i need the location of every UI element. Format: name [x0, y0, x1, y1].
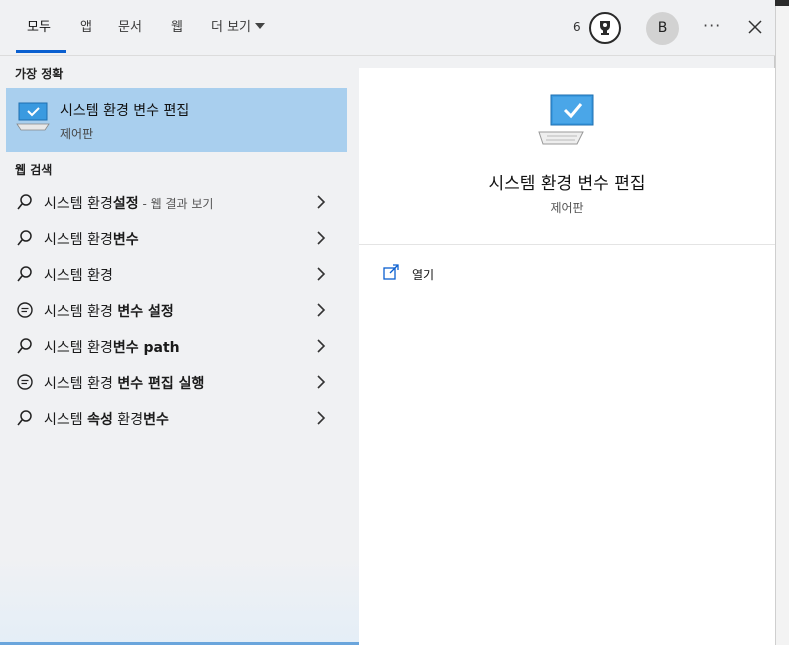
- result-row[interactable]: 시스템 환경변수: [0, 220, 347, 256]
- chevron-right-icon: [317, 267, 326, 281]
- best-match-subtitle: 제어판: [60, 127, 94, 141]
- result-text: 시스템 환경: [44, 268, 113, 284]
- chevron-right-icon: [317, 411, 326, 425]
- result-text: 시스템 환경변수: [44, 232, 139, 248]
- chevron-right-icon: [317, 303, 326, 317]
- more-options-icon[interactable]: ···: [703, 16, 721, 35]
- result-text: 시스템 환경 변수 편집 실행: [44, 376, 205, 392]
- tab-apps[interactable]: 앱: [80, 18, 92, 38]
- chat-icon: [17, 302, 33, 318]
- rewards-button[interactable]: [589, 12, 621, 44]
- chevron-right-icon: [317, 339, 326, 353]
- chevron-right-icon: [317, 375, 326, 389]
- result-row[interactable]: 시스템 환경설정 - 웹 결과 보기: [0, 184, 347, 220]
- chevron-right-icon: [317, 195, 326, 209]
- best-match-heading: 가장 정확: [15, 67, 64, 81]
- chat-icon: [17, 374, 33, 390]
- account-avatar[interactable]: B: [646, 12, 679, 45]
- top-nav: 모두 앱 문서 웹 더 보기 6 B ···: [0, 0, 775, 56]
- computer-icon: [538, 94, 594, 145]
- results-list: 가장 정확 시스템 환경 변수 편집 제어판 웹 검색 시스템 환경설정 - 웹…: [0, 57, 359, 645]
- tab-more-label: 더 보기: [211, 20, 252, 35]
- tab-web[interactable]: 웹: [171, 18, 183, 38]
- open-external-icon: [383, 264, 399, 280]
- detail-pane: 시스템 환경 변수 편집 제어판 열기: [359, 68, 775, 645]
- chevron-right-icon: [317, 231, 326, 245]
- result-text: 시스템 환경설정 - 웹 결과 보기: [44, 196, 214, 212]
- tab-all[interactable]: 모두: [27, 18, 51, 38]
- detail-title: 시스템 환경 변수 편집: [488, 174, 646, 194]
- search-icon: [17, 338, 32, 354]
- open-action[interactable]: 열기: [412, 266, 434, 283]
- search-panel: 모두 앱 문서 웹 더 보기 6 B ··· 가장 정확 시스템 환경 변수 편…: [0, 0, 775, 645]
- divider: [359, 244, 775, 245]
- search-icon: [17, 230, 32, 246]
- active-tab-indicator: [16, 50, 66, 53]
- result-text: 시스템 속성 환경변수: [44, 412, 169, 428]
- background-window: [775, 6, 789, 645]
- result-row[interactable]: 시스템 속성 환경변수: [0, 400, 347, 436]
- web-search-heading: 웹 검색: [15, 163, 53, 177]
- close-icon: [748, 20, 762, 34]
- search-icon: [17, 266, 32, 282]
- tab-more[interactable]: 더 보기: [211, 18, 266, 38]
- search-icon: [17, 194, 32, 210]
- close-button[interactable]: [746, 18, 764, 36]
- result-row[interactable]: 시스템 환경 변수 설정: [0, 292, 347, 328]
- computer-icon: [16, 102, 50, 131]
- rewards-count: 6: [573, 20, 581, 34]
- chevron-down-icon: [255, 23, 266, 29]
- result-text: 시스템 환경변수 path: [44, 340, 180, 356]
- trophy-icon: [600, 21, 610, 35]
- detail-subtitle: 제어판: [550, 201, 584, 215]
- best-match-item[interactable]: 시스템 환경 변수 편집 제어판: [6, 88, 347, 152]
- search-icon: [17, 410, 32, 426]
- best-match-title: 시스템 환경 변수 편집: [60, 103, 190, 119]
- result-row[interactable]: 시스템 환경변수 path: [0, 328, 347, 364]
- result-row[interactable]: 시스템 환경: [0, 256, 347, 292]
- result-text: 시스템 환경 변수 설정: [44, 304, 174, 320]
- tab-documents[interactable]: 문서: [118, 18, 142, 38]
- result-row[interactable]: 시스템 환경 변수 편집 실행: [0, 364, 347, 400]
